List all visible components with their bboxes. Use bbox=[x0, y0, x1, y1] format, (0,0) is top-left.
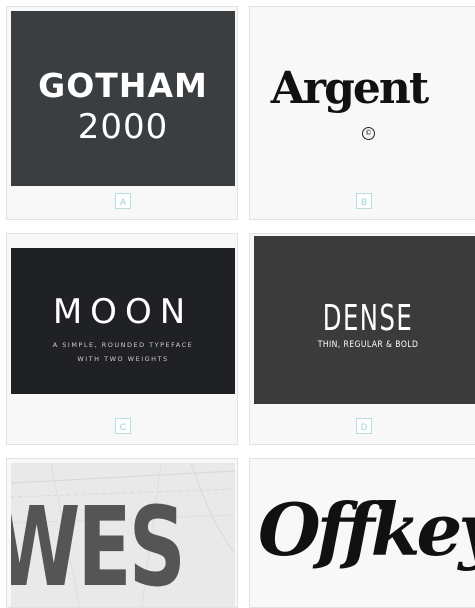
font-card-offkey[interactable]: Offkey bbox=[249, 458, 475, 608]
font-preview-offkey[interactable]: Offkey bbox=[254, 463, 475, 607]
preview-subtitle: THIN, REGULAR & BOLD bbox=[317, 340, 419, 350]
preview-title: MOON bbox=[52, 292, 194, 332]
font-card-argent[interactable]: Argent © B bbox=[249, 6, 475, 220]
preview-subtitle-line-1: A SIMPLE, ROUNDED TYPEFACE bbox=[52, 341, 194, 349]
font-card-moon[interactable]: MOON A SIMPLE, ROUNDED TYPEFACE WITH TWO… bbox=[6, 233, 238, 445]
font-preview-argent[interactable]: Argent © bbox=[254, 11, 475, 186]
font-preview-moon[interactable]: MOON A SIMPLE, ROUNDED TYPEFACE WITH TWO… bbox=[11, 248, 235, 394]
preview-title: Argent bbox=[270, 63, 429, 114]
font-preview-dense[interactable]: DENSE THIN, REGULAR & BOLD bbox=[254, 236, 475, 404]
font-card-dense[interactable]: DENSE THIN, REGULAR & BOLD D bbox=[249, 233, 475, 445]
preview-subtitle-line-2: WITH TWO WEIGHTS bbox=[77, 355, 169, 363]
font-card-gotham[interactable]: GOTHAM 2000 A bbox=[6, 6, 238, 220]
preview-subtitle: 2000 bbox=[77, 107, 169, 147]
preview-title: DENSE bbox=[322, 298, 414, 339]
font-preview-wes[interactable]: WES bbox=[11, 463, 235, 608]
copyright-mark: © bbox=[362, 127, 375, 140]
option-badge-a[interactable]: A bbox=[115, 193, 131, 209]
font-card-wes[interactable]: WES bbox=[6, 458, 238, 608]
preview-title: Offkey bbox=[258, 487, 475, 572]
option-badge-d[interactable]: D bbox=[356, 418, 372, 434]
font-preview-gotham[interactable]: GOTHAM 2000 bbox=[11, 11, 235, 186]
preview-title: WES bbox=[11, 483, 186, 608]
option-badge-c[interactable]: C bbox=[115, 418, 131, 434]
option-badge-b[interactable]: B bbox=[356, 193, 372, 209]
preview-title: GOTHAM bbox=[38, 66, 208, 105]
